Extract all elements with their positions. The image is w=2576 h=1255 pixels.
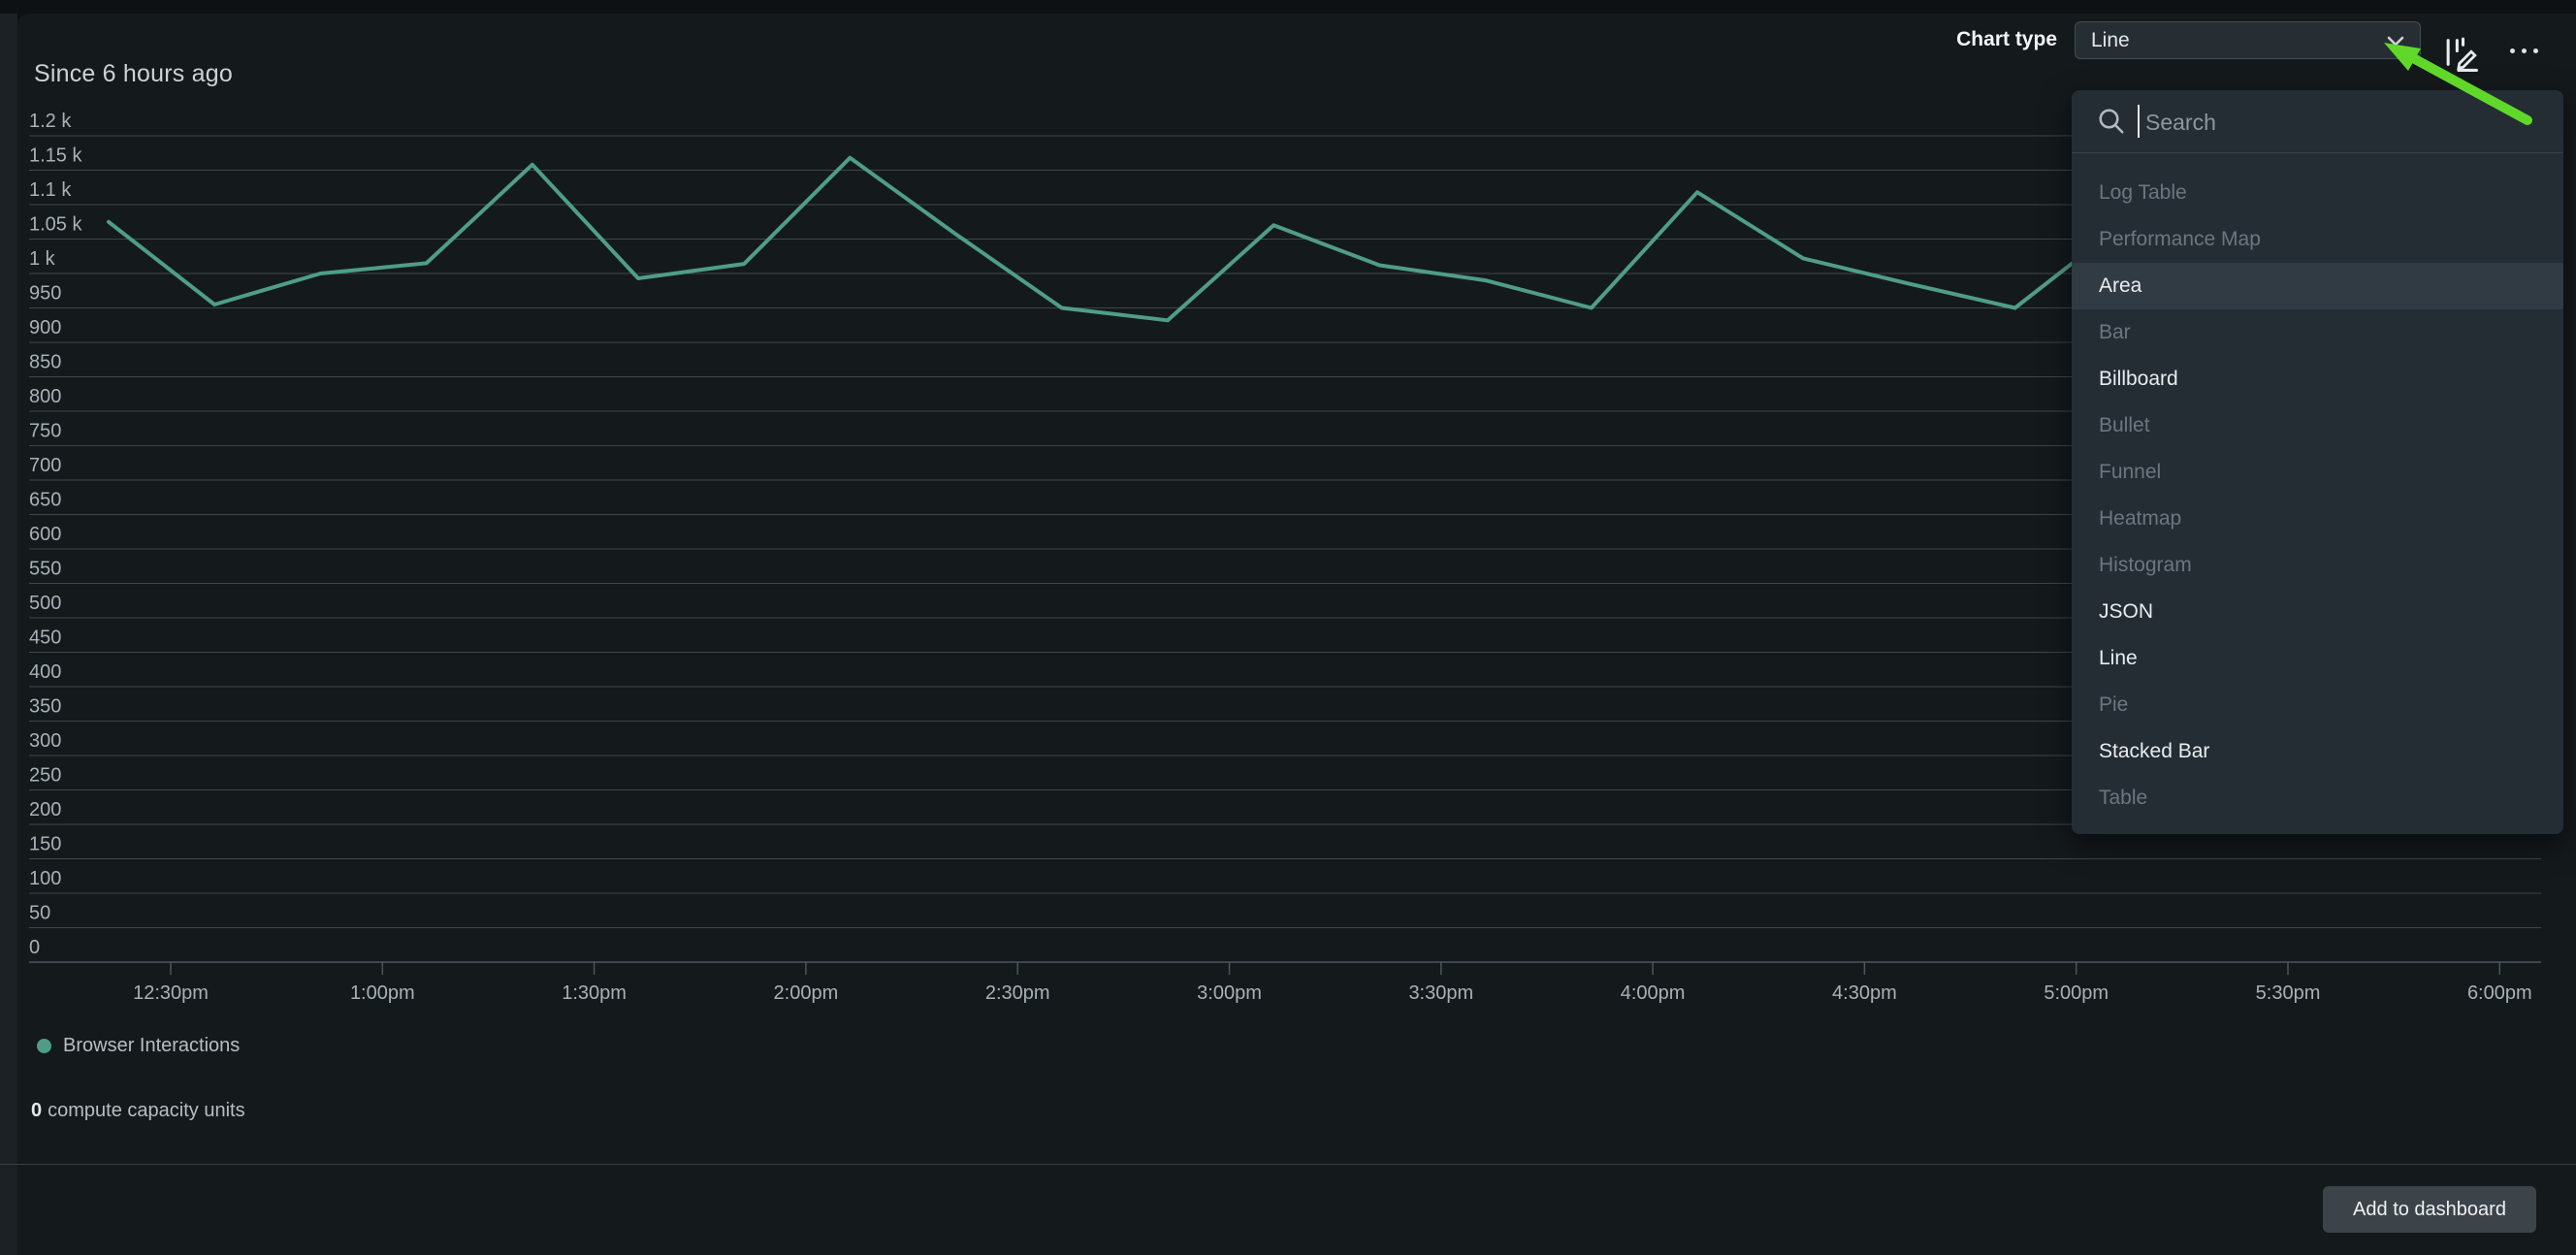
svg-text:12:30pm: 12:30pm [133, 982, 209, 1004]
chart-type-options-list: Log TablePerformance MapAreaBarBillboard… [2072, 170, 2563, 821]
svg-text:650: 650 [29, 490, 61, 511]
svg-text:1 k: 1 k [29, 248, 56, 270]
svg-text:500: 500 [29, 593, 61, 614]
chevron-down-icon [2385, 34, 2406, 48]
menu-item-bar: Bar [2072, 309, 2563, 356]
menu-item-json[interactable]: JSON [2072, 589, 2563, 635]
svg-text:100: 100 [29, 868, 61, 889]
svg-text:350: 350 [29, 696, 61, 718]
search-icon [2097, 107, 2126, 136]
svg-text:1:00pm: 1:00pm [350, 982, 415, 1004]
chart-type-selected-value: Line [2091, 29, 2130, 52]
chart-type-select[interactable]: Line [2075, 21, 2421, 59]
svg-text:900: 900 [29, 317, 61, 338]
compute-capacity-note: 0 compute capacity units [31, 1100, 245, 1122]
menu-item-table: Table [2072, 775, 2563, 821]
svg-text:550: 550 [29, 559, 61, 580]
menu-item-histogram: Histogram [2072, 542, 2563, 589]
svg-text:800: 800 [29, 386, 61, 407]
svg-text:150: 150 [29, 834, 61, 855]
footer-divider [0, 1164, 2576, 1165]
series-color-dot [37, 1039, 51, 1053]
svg-text:2:00pm: 2:00pm [774, 982, 839, 1004]
menu-item-area[interactable]: Area [2072, 263, 2563, 309]
menu-item-performance-map: Performance Map [2072, 216, 2563, 263]
svg-text:400: 400 [29, 661, 61, 683]
svg-text:4:00pm: 4:00pm [1621, 982, 1686, 1004]
dropdown-search-row [2072, 90, 2563, 153]
series-legend-label: Browser Interactions [63, 1035, 240, 1057]
ellipsis-icon [2510, 48, 2515, 53]
chart-type-search-input[interactable] [2143, 100, 2535, 145]
svg-text:0: 0 [29, 937, 40, 958]
legend-item[interactable]: Browser Interactions [37, 1032, 240, 1059]
svg-text:950: 950 [29, 283, 61, 305]
menu-item-pie: Pie [2072, 682, 2563, 728]
svg-text:850: 850 [29, 352, 61, 373]
svg-text:250: 250 [29, 765, 61, 787]
add-to-dashboard-button[interactable]: Add to dashboard [2323, 1186, 2536, 1233]
menu-item-funnel: Funnel [2072, 449, 2563, 496]
compute-capacity-value: 0 [31, 1100, 42, 1121]
menu-item-billboard[interactable]: Billboard [2072, 356, 2563, 402]
text-cursor [2138, 105, 2140, 138]
svg-text:3:00pm: 3:00pm [1197, 982, 1262, 1004]
svg-text:50: 50 [29, 903, 50, 924]
svg-text:600: 600 [29, 524, 61, 545]
menu-item-line[interactable]: Line [2072, 635, 2563, 682]
edit-chart-icon [2442, 33, 2481, 72]
svg-text:450: 450 [29, 628, 61, 649]
more-options-button[interactable] [2502, 39, 2545, 62]
compute-capacity-text: compute capacity units [48, 1100, 244, 1121]
svg-text:1.2 k: 1.2 k [29, 111, 72, 132]
svg-text:1.1 k: 1.1 k [29, 179, 72, 201]
svg-text:3:30pm: 3:30pm [1408, 982, 1473, 1004]
svg-text:750: 750 [29, 421, 61, 442]
menu-item-heatmap: Heatmap [2072, 496, 2563, 542]
menu-item-log-table: Log Table [2072, 170, 2563, 216]
edit-chart-button[interactable] [2442, 33, 2481, 72]
menu-item-stacked-bar[interactable]: Stacked Bar [2072, 728, 2563, 775]
svg-text:200: 200 [29, 799, 61, 821]
svg-text:1.05 k: 1.05 k [29, 214, 82, 236]
svg-text:1:30pm: 1:30pm [562, 982, 627, 1004]
svg-text:5:00pm: 5:00pm [2044, 982, 2109, 1004]
chart-builder-page: Since 6 hours ago 1.2 k1.15 k1.1 k1.05 k… [0, 0, 2576, 1255]
svg-text:2:30pm: 2:30pm [985, 982, 1050, 1004]
svg-text:5:30pm: 5:30pm [2256, 982, 2321, 1004]
chart-type-label: Chart type [1891, 28, 2057, 51]
svg-text:4:30pm: 4:30pm [1832, 982, 1897, 1004]
svg-text:700: 700 [29, 455, 61, 476]
chart-type-dropdown: Log TablePerformance MapAreaBarBillboard… [2072, 90, 2563, 834]
svg-text:1.15 k: 1.15 k [29, 145, 82, 167]
svg-text:6:00pm: 6:00pm [2467, 982, 2532, 1004]
svg-text:300: 300 [29, 730, 61, 752]
menu-item-bullet: Bullet [2072, 402, 2563, 449]
